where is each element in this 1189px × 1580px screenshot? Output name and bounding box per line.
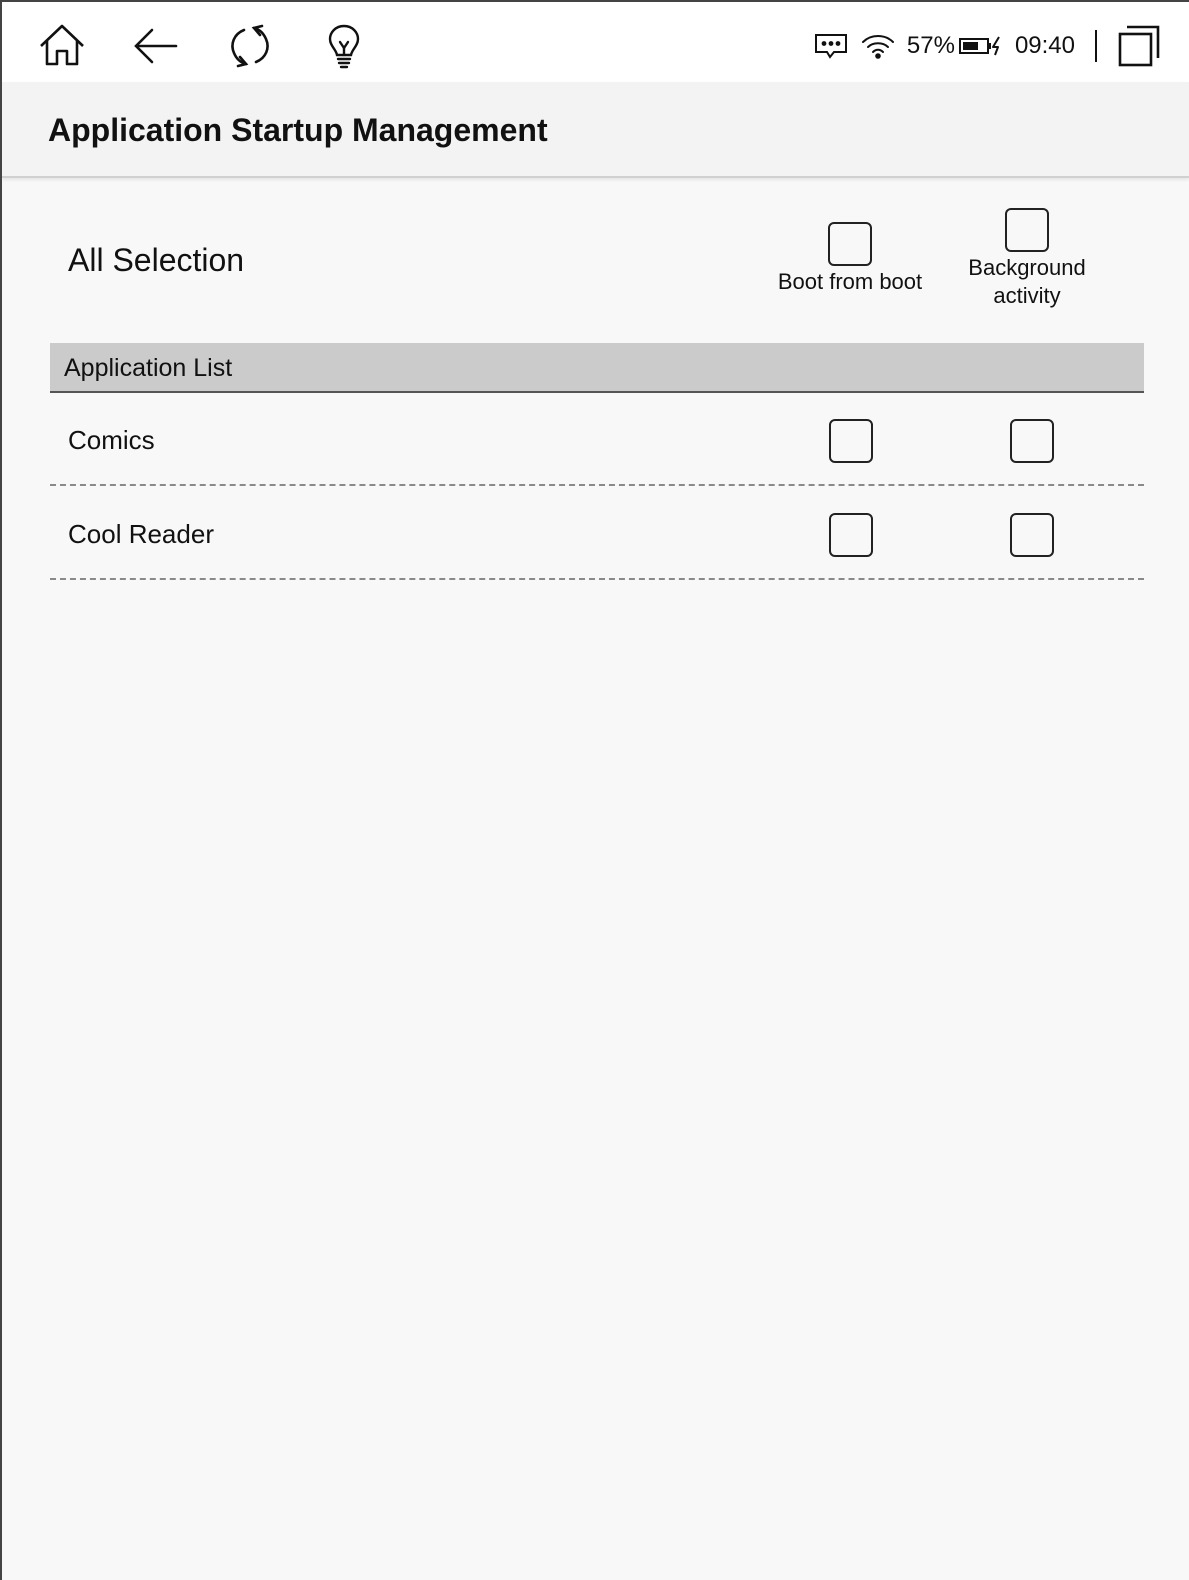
select-all-boot-checkbox[interactable] xyxy=(828,222,872,266)
wifi-icon xyxy=(861,31,895,61)
battery-percent: 57% xyxy=(906,32,955,59)
home-icon[interactable] xyxy=(36,20,88,72)
background-activity-column: Background activity xyxy=(942,208,1112,310)
boot-from-boot-column: Boot from boot xyxy=(765,222,935,296)
app-name: Comics xyxy=(68,425,155,455)
background-activity-label: Background activity xyxy=(968,255,1086,308)
boot-from-boot-label: Boot from boot xyxy=(777,269,923,294)
cool-reader-background-checkbox[interactable] xyxy=(1010,513,1054,557)
lightbulb-icon[interactable] xyxy=(318,20,370,72)
list-item: Comics xyxy=(50,393,1144,486)
app-name: Cool Reader xyxy=(68,519,214,549)
back-icon[interactable] xyxy=(130,20,182,72)
list-item: Cool Reader xyxy=(50,487,1144,580)
all-selection-row: All Selection Boot from boot Background … xyxy=(2,178,1189,343)
status-bar: 57% 09:40 xyxy=(813,20,1161,72)
page-title: Application Startup Management xyxy=(48,112,548,148)
message-icon xyxy=(813,31,849,61)
refresh-icon[interactable] xyxy=(224,20,276,72)
clock: 09:40 xyxy=(1014,32,1075,59)
top-bar: 57% 09:40 xyxy=(2,2,1189,82)
all-selection-label: All Selection xyxy=(68,242,245,278)
recent-apps-icon[interactable] xyxy=(1117,24,1161,68)
app-screen: 57% 09:40 Application Startup Management… xyxy=(0,0,1189,1580)
application-list-title: Application List xyxy=(64,354,233,382)
cool-reader-boot-checkbox[interactable] xyxy=(829,513,873,557)
comics-boot-checkbox[interactable] xyxy=(829,419,873,463)
comics-background-checkbox[interactable] xyxy=(1010,419,1054,463)
status-divider xyxy=(1095,30,1097,62)
title-bar: Application Startup Management xyxy=(2,82,1189,178)
battery-charging-icon xyxy=(958,34,1003,58)
select-all-background-checkbox[interactable] xyxy=(1005,208,1049,252)
application-list-header: Application List xyxy=(50,343,1144,393)
